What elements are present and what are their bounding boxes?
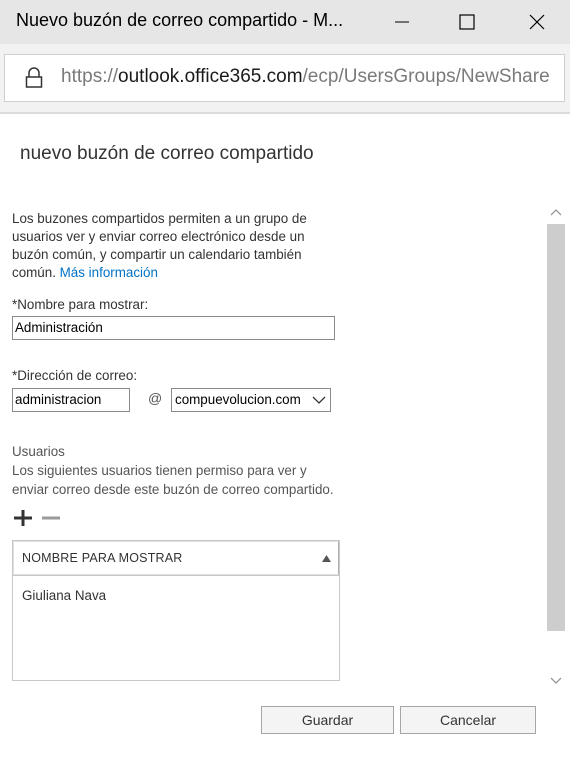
at-sign: @ (148, 390, 163, 406)
scrollbar[interactable] (546, 204, 566, 692)
save-button[interactable]: Guardar (261, 706, 394, 734)
description-text: Los buzones compartidos permiten a un gr… (12, 210, 332, 282)
grid-header[interactable]: NOMBRE PARA MOSTRAR (13, 541, 339, 576)
description-body: Los buzones compartidos permiten a un gr… (12, 211, 307, 280)
users-grid: NOMBRE PARA MOSTRAR Giuliana Nava (12, 540, 340, 681)
url-host: outlook.office365.com (118, 66, 303, 87)
address-bar-area: https://outlook.office365.com/ecp/UsersG… (0, 44, 570, 114)
add-user-button[interactable] (12, 507, 34, 529)
lock-icon (25, 67, 43, 88)
maximize-icon (459, 14, 475, 30)
scrollbar-thumb[interactable] (547, 224, 565, 631)
divider (0, 112, 570, 114)
more-info-link[interactable]: Más información (60, 265, 158, 280)
chevron-down-icon (312, 396, 326, 404)
scroll-up-icon[interactable] (550, 208, 562, 216)
domain-select-value: compuevolucion.com (175, 392, 301, 407)
maximize-button[interactable] (444, 0, 490, 44)
scroll-down-icon[interactable] (550, 677, 562, 685)
column-header-display-name: NOMBRE PARA MOSTRAR (22, 551, 183, 565)
minimize-button[interactable] (379, 0, 425, 44)
remove-user-button[interactable] (40, 507, 62, 529)
display-name-label: *Nombre para mostrar: (12, 297, 149, 312)
email-alias-input[interactable]: administracion (12, 388, 130, 412)
url-text: https://outlook.office365.com/ecp/UsersG… (61, 66, 550, 88)
close-icon (529, 14, 545, 30)
plus-icon (14, 510, 32, 526)
close-button[interactable] (514, 0, 560, 44)
users-heading: Usuarios (12, 444, 65, 459)
users-description: Los siguientes usuarios tienen permiso p… (12, 463, 334, 497)
sort-ascending-icon (322, 555, 331, 562)
minimize-icon (395, 21, 409, 23)
display-name-input[interactable]: Administración (12, 316, 335, 340)
domain-select[interactable]: compuevolucion.com (171, 388, 331, 412)
email-label: *Dirección de correo: (12, 368, 138, 383)
url-scheme: https:// (61, 66, 119, 87)
minus-icon (42, 516, 60, 520)
window-titlebar: Nuevo buzón de correo compartido - M... (0, 0, 570, 44)
address-bar[interactable]: https://outlook.office365.com/ecp/UsersG… (4, 54, 565, 102)
table-row[interactable]: Giuliana Nava (22, 588, 106, 603)
window-title: Nuevo buzón de correo compartido - M... (16, 10, 344, 30)
page-title: nuevo buzón de correo compartido (20, 143, 314, 164)
cancel-button[interactable]: Cancelar (400, 706, 536, 734)
url-path: /ecp/UsersGroups/NewShare (302, 66, 550, 87)
